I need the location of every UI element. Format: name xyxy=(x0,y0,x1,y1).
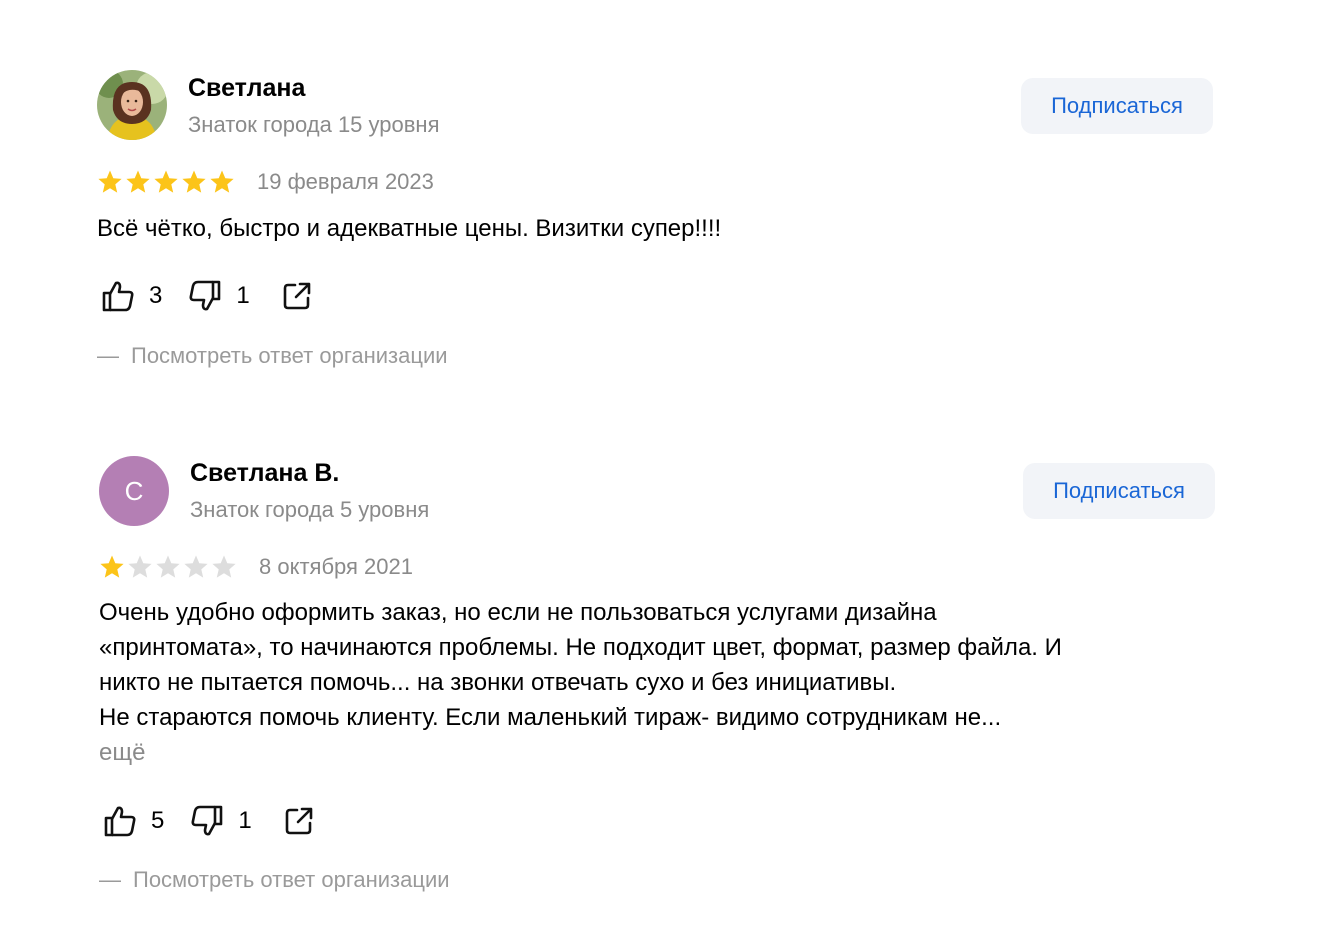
star-icon xyxy=(184,555,208,578)
review-text-line: Очень удобно оформить заказ, но если не … xyxy=(99,599,937,626)
dislike-count: 1 xyxy=(238,807,252,834)
org-reply-dash: — xyxy=(97,343,119,368)
star-icon xyxy=(98,170,122,193)
like-button[interactable]: 3 xyxy=(101,279,162,313)
star-icon xyxy=(156,555,180,578)
subscribe-button[interactable]: Подписаться xyxy=(1023,463,1215,519)
star-rating xyxy=(99,554,237,580)
like-button[interactable]: 5 xyxy=(103,804,164,838)
rating-row: 19 февраля 2023 xyxy=(97,166,434,198)
like-count: 3 xyxy=(149,282,163,309)
org-reply-label: Посмотреть ответ организации xyxy=(131,343,448,368)
share-button[interactable] xyxy=(280,279,314,313)
dislike-count: 1 xyxy=(236,282,250,309)
star-icon xyxy=(126,170,150,193)
dislike-button[interactable]: 1 xyxy=(188,279,250,313)
author-level: Знаток города 5 уровня xyxy=(190,497,430,522)
review-text-line: никто не пытается помочь... на звонки от… xyxy=(99,669,897,696)
share-icon xyxy=(285,807,313,835)
avatar-photo xyxy=(97,70,167,140)
review-text-line: Всё чётко, быстро и адекватные цены. Виз… xyxy=(97,215,722,242)
avatar[interactable] xyxy=(97,70,167,140)
star-rating xyxy=(97,169,235,195)
star-icon xyxy=(100,555,124,578)
star-icon xyxy=(154,170,178,193)
share-icon xyxy=(283,282,311,310)
org-reply-dash: — xyxy=(99,867,121,892)
review-text-line: «принтомата», то начинаются проблемы. Не… xyxy=(99,634,1062,661)
avatar-letter: С xyxy=(124,475,144,506)
author-name[interactable]: Светлана В. xyxy=(190,459,339,488)
author-name[interactable]: Светлана xyxy=(188,74,305,103)
thumbs-up-icon xyxy=(102,281,134,312)
review-text: Очень удобно оформить заказ, но если не … xyxy=(99,595,1229,770)
thumbs-down-icon xyxy=(189,280,221,311)
dislike-button[interactable]: 1 xyxy=(190,804,252,838)
author-level: Знаток города 15 уровня xyxy=(188,112,440,137)
review-actions: 5 1 xyxy=(103,803,316,839)
star-icon xyxy=(210,170,234,193)
rating-row: 8 октября 2021 xyxy=(99,551,413,583)
review-text: Всё чётко, быстро и адекватные цены. Виз… xyxy=(97,211,1227,246)
thumbs-down-icon xyxy=(191,805,223,836)
org-reply-link[interactable]: — Посмотреть ответ организации xyxy=(97,343,448,369)
subscribe-button[interactable]: Подписаться xyxy=(1021,78,1213,134)
org-reply-label: Посмотреть ответ организации xyxy=(133,867,450,892)
thumbs-up-icon xyxy=(104,806,136,837)
review-text-line: Не стараются помочь клиенту. Если малень… xyxy=(99,704,1002,731)
star-icon xyxy=(128,555,152,578)
avatar[interactable]: С xyxy=(99,456,169,526)
like-count: 5 xyxy=(151,807,165,834)
org-reply-link[interactable]: — Посмотреть ответ организации xyxy=(99,867,450,893)
read-more-link[interactable]: ещё xyxy=(99,735,1229,770)
review-date: 19 февраля 2023 xyxy=(257,169,434,194)
star-icon xyxy=(182,170,206,193)
review-date: 8 октября 2021 xyxy=(259,554,413,579)
star-icon xyxy=(212,555,236,578)
share-button[interactable] xyxy=(282,804,316,838)
review-actions: 3 1 xyxy=(101,278,314,314)
